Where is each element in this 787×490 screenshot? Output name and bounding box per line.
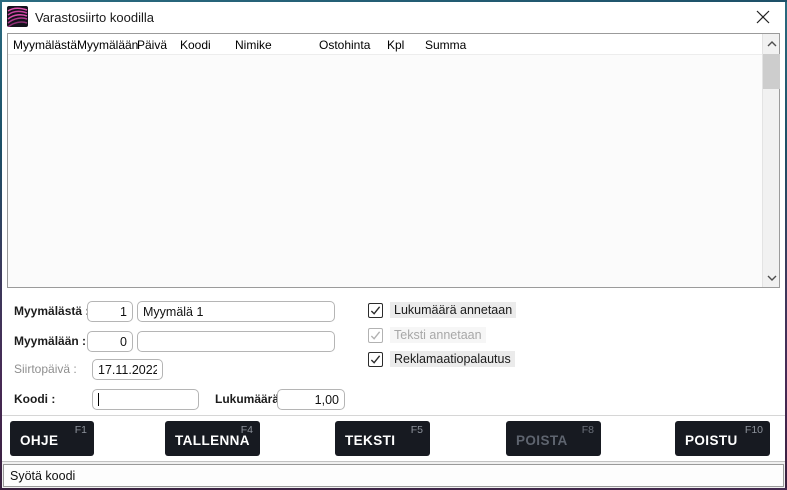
fkey-label: F1 — [75, 424, 87, 436]
checkbox-reklamaatiopalautus[interactable]: Reklamaatiopalautus — [368, 351, 515, 367]
title-bar: Varastosiirto koodilla — [2, 2, 785, 31]
button-label: POISTU — [685, 433, 738, 448]
scroll-down-icon[interactable] — [763, 269, 780, 286]
to-store-name-field[interactable] — [137, 331, 335, 352]
code-input[interactable] — [92, 389, 199, 410]
fkey-label: F10 — [745, 424, 763, 436]
transfer-date-field[interactable] — [92, 359, 163, 380]
col-koodi: Koodi — [180, 38, 211, 52]
button-label: OHJE — [20, 433, 58, 448]
col-paiva: Päivä — [137, 38, 167, 52]
fkey-label: F5 — [411, 424, 423, 436]
status-bar: Syötä koodi — [2, 461, 785, 488]
poista-button: POISTA F8 — [506, 421, 601, 456]
window-title: Varastosiirto koodilla — [35, 10, 154, 25]
ohje-button[interactable]: OHJE F1 — [10, 421, 94, 456]
scroll-up-icon[interactable] — [763, 35, 780, 52]
varastosiirto-window: Varastosiirto koodilla Myymälästä Myymäl… — [0, 0, 787, 490]
button-area-divider — [2, 415, 785, 416]
transfer-lines-table: Myymälästä Myymälään Päivä Koodi Nimike … — [7, 33, 780, 288]
col-myymalaan: Myymälään — [77, 38, 138, 52]
checkbox-label: Reklamaatiopalautus — [390, 351, 515, 367]
window-border-top — [0, 0, 787, 2]
col-kpl: Kpl — [387, 38, 404, 52]
app-logo-icon — [7, 6, 28, 27]
table-scrollbar[interactable] — [762, 34, 779, 287]
poistu-button[interactable]: POISTU F10 — [675, 421, 770, 456]
checkbox-label: Teksti annetaan — [390, 327, 486, 343]
from-store-number-field[interactable] — [87, 301, 133, 322]
tallenna-button[interactable]: TALLENNA F4 — [165, 421, 260, 456]
table-header-row: Myymälästä Myymälään Päivä Koodi Nimike … — [8, 34, 762, 55]
button-label: TEKSTI — [345, 433, 395, 448]
scrollbar-thumb[interactable] — [763, 54, 780, 89]
code-label: Koodi : — [14, 392, 55, 406]
from-store-name-field[interactable] — [137, 301, 335, 322]
col-nimike: Nimike — [235, 38, 272, 52]
to-store-number-field[interactable] — [87, 331, 133, 352]
to-store-label: Myymälään : — [14, 334, 86, 348]
button-label: TALLENNA — [175, 433, 250, 448]
col-summa: Summa — [425, 38, 466, 52]
checkbox-checked-disabled-icon — [368, 328, 383, 343]
quantity-label: Lukumäärä : — [215, 392, 286, 406]
quantity-field[interactable] — [277, 389, 345, 410]
checkbox-checked-icon — [368, 352, 383, 367]
checkbox-checked-icon — [368, 303, 383, 318]
window-border-left — [0, 0, 2, 490]
checkbox-teksti-annetaan: Teksti annetaan — [368, 327, 486, 343]
status-message: Syötä koodi — [3, 464, 784, 487]
fkey-label: F4 — [241, 424, 253, 436]
col-ostohinta: Ostohinta — [319, 38, 370, 52]
close-icon[interactable] — [755, 9, 771, 25]
col-myymalasta: Myymälästä — [13, 38, 77, 52]
fkey-label: F8 — [582, 424, 594, 436]
button-label: POISTA — [516, 433, 568, 448]
text-cursor — [98, 393, 99, 406]
checkbox-lukumaara-annetaan[interactable]: Lukumäärä annetaan — [368, 302, 516, 318]
checkbox-label: Lukumäärä annetaan — [390, 302, 516, 318]
transfer-date-label: Siirtopäivä : — [14, 362, 77, 376]
teksti-button[interactable]: TEKSTI F5 — [335, 421, 430, 456]
from-store-label: Myymälästä : — [14, 304, 89, 318]
